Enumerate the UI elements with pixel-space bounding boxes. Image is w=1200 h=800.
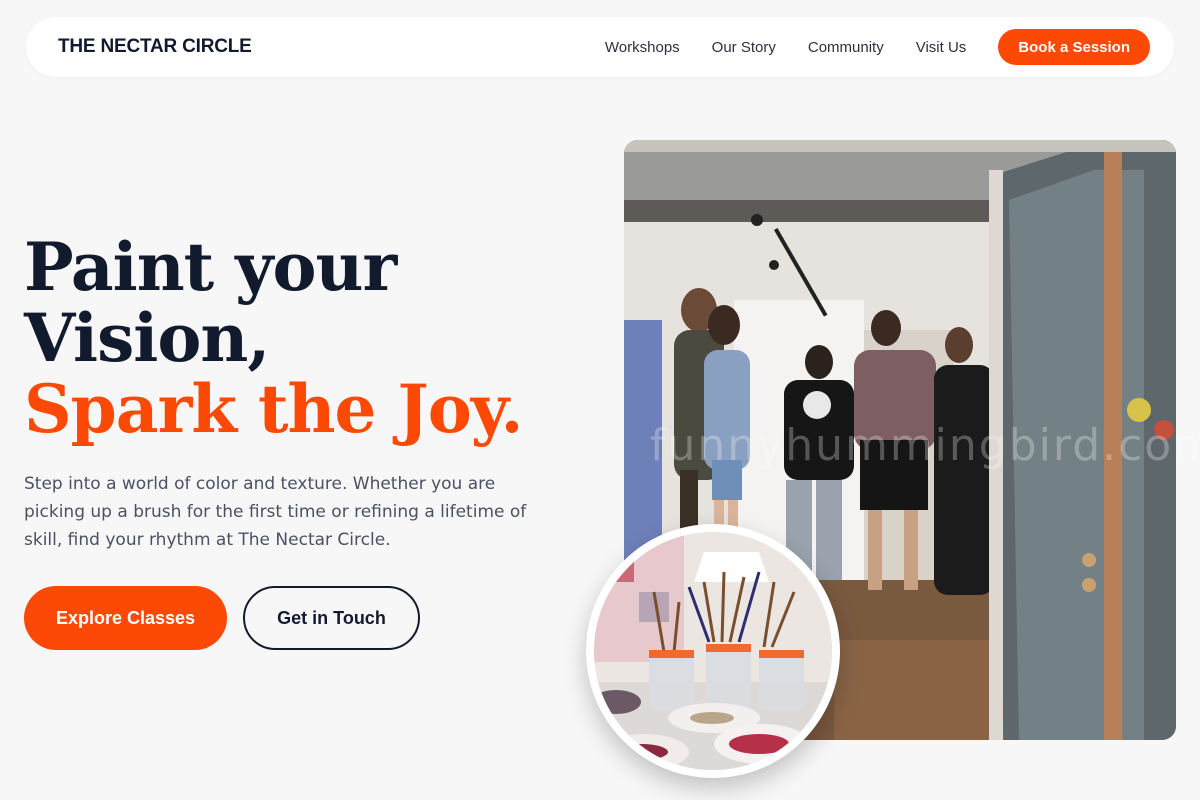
hero-title-line-1: Paint your <box>24 228 397 306</box>
get-in-touch-button[interactable]: Get in Touch <box>243 586 420 650</box>
hero-title: Paint your Vision, Spark the Joy. <box>24 232 584 445</box>
paintbrush-jars-illustration <box>594 532 832 770</box>
nav-link-workshops[interactable]: Workshops <box>605 39 680 56</box>
paintbrush-jars-photo-frame <box>586 524 840 778</box>
landing-page: THE NECTAR CIRCLE Workshops Our Story Co… <box>0 0 1200 800</box>
top-navigation: THE NECTAR CIRCLE Workshops Our Story Co… <box>26 17 1174 77</box>
nav-link-our-story[interactable]: Our Story <box>712 39 776 56</box>
brand-logo[interactable]: THE NECTAR CIRCLE <box>58 36 252 58</box>
nav-links: Workshops Our Story Community Visit Us B… <box>605 29 1150 65</box>
hero-title-line-2: Vision, <box>24 299 270 377</box>
nav-link-visit-us[interactable]: Visit Us <box>916 39 967 56</box>
explore-classes-button[interactable]: Explore Classes <box>24 586 227 650</box>
hero-description: Step into a world of color and texture. … <box>24 474 527 550</box>
book-session-button[interactable]: Book a Session <box>998 29 1150 65</box>
paintbrush-jars-photo <box>594 532 832 770</box>
nav-link-community[interactable]: Community <box>808 39 884 56</box>
hero-title-accent: Spark the Joy. <box>24 370 524 448</box>
